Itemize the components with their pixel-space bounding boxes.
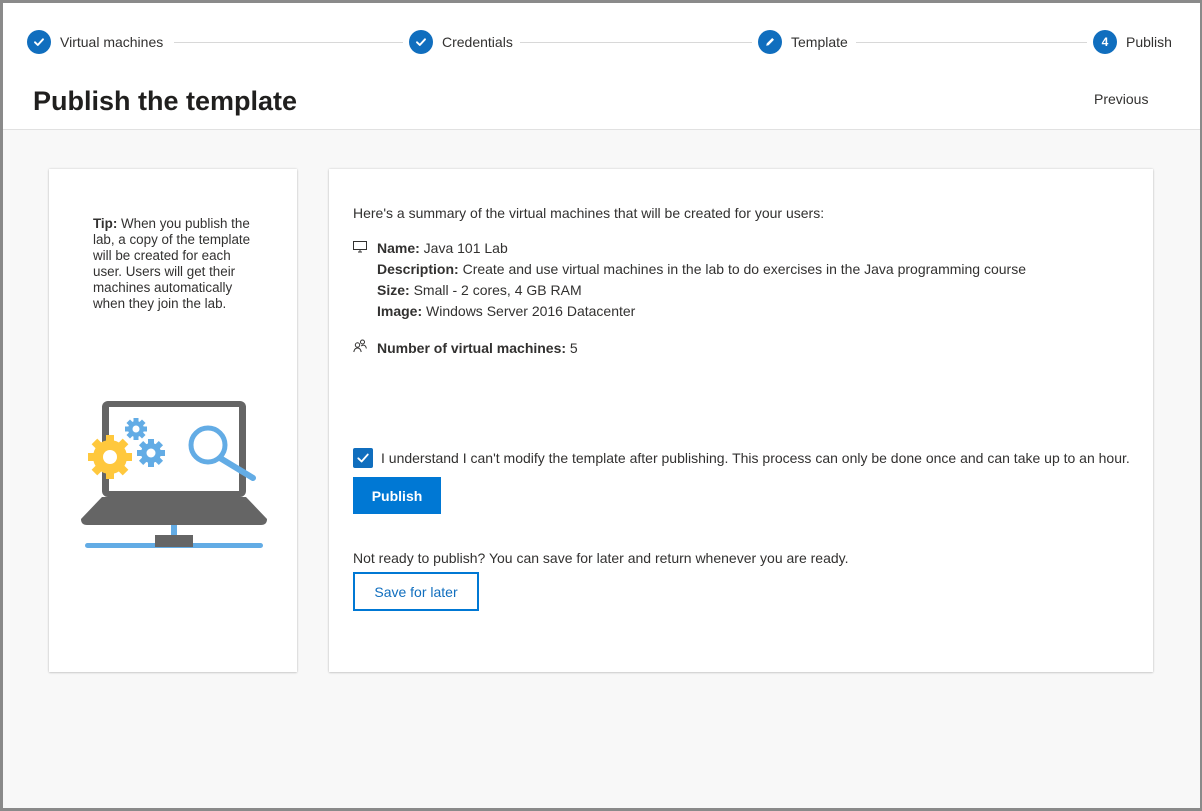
step-number: 4 bbox=[1093, 30, 1117, 54]
step-connector bbox=[174, 42, 403, 43]
tip-text: Tip: When you publish the lab, a copy of… bbox=[93, 216, 253, 312]
vm-name-row: Name: Java 101 Lab bbox=[377, 240, 508, 256]
previous-link[interactable]: Previous bbox=[1094, 91, 1148, 107]
laptop-display bbox=[109, 407, 239, 491]
understand-checkbox[interactable] bbox=[353, 448, 373, 468]
tip-card: Tip: When you publish the lab, a copy of… bbox=[49, 169, 297, 672]
save-for-later-button[interactable]: Save for later bbox=[353, 572, 479, 611]
vm-size-row: Size: Small - 2 cores, 4 GB RAM bbox=[377, 282, 582, 298]
step-connector bbox=[520, 42, 752, 43]
step-template[interactable]: Template bbox=[758, 30, 848, 54]
laptop-illustration bbox=[81, 401, 267, 548]
step-label: Virtual machines bbox=[60, 34, 164, 50]
publish-button[interactable]: Publish bbox=[353, 477, 441, 514]
step-credentials[interactable]: Credentials bbox=[409, 30, 513, 54]
network-hub bbox=[155, 535, 193, 547]
step-label: Credentials bbox=[442, 34, 513, 50]
summary-intro: Here's a summary of the virtual machines… bbox=[353, 205, 825, 221]
tip-label: Tip: bbox=[93, 216, 118, 231]
summary-card: Here's a summary of the virtual machines… bbox=[329, 169, 1153, 672]
image-value: Windows Server 2016 Datacenter bbox=[422, 303, 636, 319]
network-connector bbox=[171, 525, 177, 535]
gear-icon bbox=[88, 435, 132, 479]
vm-description-row: Description: Create and use virtual mach… bbox=[377, 261, 1026, 277]
step-connector bbox=[856, 42, 1087, 43]
name-value: Java 101 Lab bbox=[419, 240, 508, 256]
laptop-base bbox=[81, 497, 267, 525]
checkmark-icon bbox=[409, 30, 433, 54]
vm-count-row: Number of virtual machines: 5 bbox=[377, 340, 578, 356]
description-value: Create and use virtual machines in the l… bbox=[458, 261, 1026, 277]
image-label: Image: bbox=[377, 303, 423, 319]
page-header: Virtual machines Credentials Template 4 … bbox=[3, 3, 1200, 130]
step-publish[interactable]: 4 Publish bbox=[1093, 30, 1172, 54]
step-label: Template bbox=[791, 34, 848, 50]
tip-body: When you publish the lab, a copy of the … bbox=[93, 216, 251, 311]
vm-image-row: Image: Windows Server 2016 Datacenter bbox=[377, 303, 635, 319]
checkmark-icon bbox=[357, 453, 369, 463]
vm-count-value: 5 bbox=[566, 340, 578, 356]
step-label: Publish bbox=[1126, 34, 1172, 50]
not-ready-text: Not ready to publish? You can save for l… bbox=[353, 550, 849, 566]
gear-icon bbox=[137, 439, 165, 467]
checkmark-icon bbox=[27, 30, 51, 54]
description-label: Description: bbox=[377, 261, 459, 277]
size-value: Small - 2 cores, 4 GB RAM bbox=[409, 282, 582, 298]
name-label: Name: bbox=[377, 240, 420, 256]
vm-count-label: Number of virtual machines: bbox=[377, 340, 567, 356]
app-frame: Virtual machines Credentials Template 4 … bbox=[0, 0, 1202, 811]
monitor-icon bbox=[353, 241, 367, 253]
people-icon bbox=[353, 339, 367, 353]
understand-checkbox-label[interactable]: I understand I can't modify the template… bbox=[381, 450, 1130, 466]
size-label: Size: bbox=[377, 282, 410, 298]
step-virtual-machines[interactable]: Virtual machines bbox=[27, 30, 163, 54]
page-title: Publish the template bbox=[33, 86, 298, 116]
gear-icon bbox=[125, 418, 147, 440]
pencil-icon bbox=[758, 30, 782, 54]
